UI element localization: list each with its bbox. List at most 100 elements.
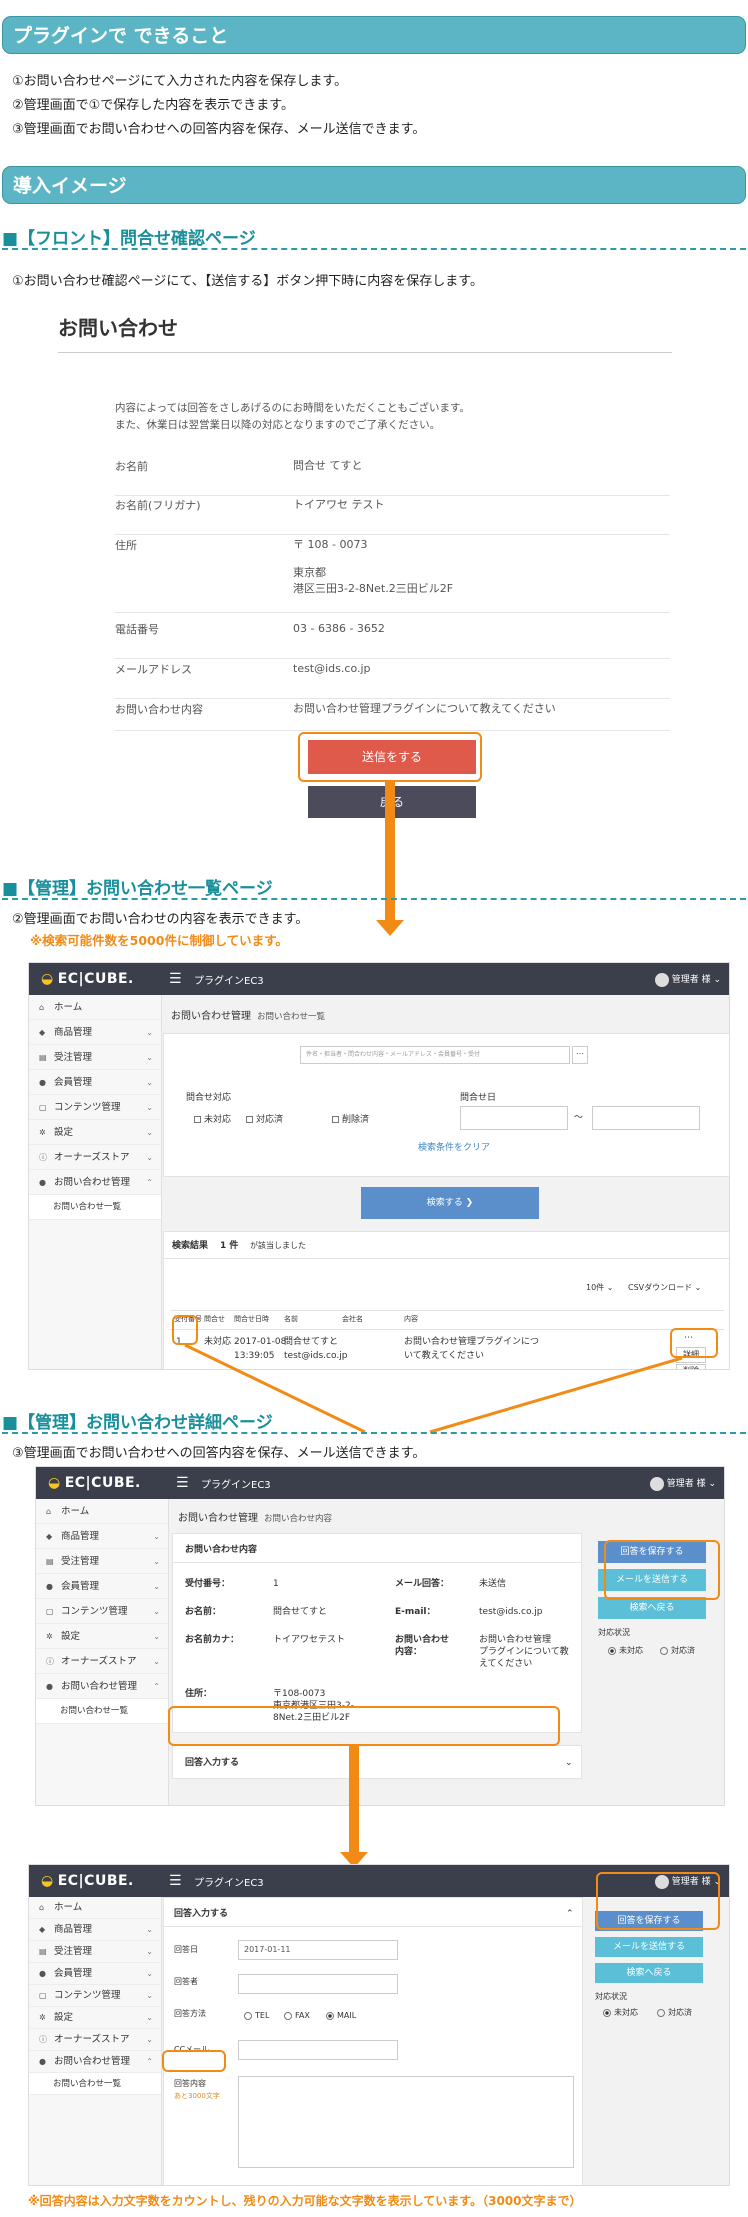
sidebar-item-settings[interactable]: ✲ 設定 ⌄ — [36, 1624, 168, 1649]
admin-detail-heading: ■【管理】お問い合わせ詳細ページ — [2, 1408, 746, 1434]
admin-detail-screenshot: ◒ EC|CUBE. ☰ プラグインEC3 管理者 様 ⌄ ⌂ ホーム ◆ 商品管理 ⌄… — [35, 1466, 725, 1806]
user-icon: ● — [46, 1682, 53, 1691]
eccube-logo: ◒ EC|CUBE. — [48, 1475, 141, 1491]
sidebar-item-orders[interactable]: ▤ 受注管理 ⌄ — [36, 1549, 168, 1574]
radio-icon — [603, 2008, 611, 2017]
info-icon: ⓘ — [39, 2035, 47, 2044]
sidebar-item-inquiry[interactable]: ● お問い合わせ管理 ⌃ — [36, 1674, 168, 1699]
answer-date-input[interactable]: 2017-01-11 — [238, 1940, 398, 1960]
info-icon: ⓘ — [46, 1657, 54, 1666]
cc-email-input[interactable] — [238, 2040, 398, 2060]
sidebar-item-members[interactable]: ● 会員管理 ⌄ — [36, 1574, 168, 1599]
sidebar-item-inquiry-list[interactable]: お問い合わせ一覧 — [36, 1699, 168, 1724]
back-to-search-button[interactable]: 検索へ戻る — [598, 1597, 706, 1619]
hamburger-icon[interactable]: ☰ — [176, 1475, 189, 1491]
shop-name: プラグインEC3 — [194, 1878, 264, 1889]
label-answerer: 回答者 — [174, 1977, 198, 1986]
home-icon: ⌂ — [46, 1507, 52, 1516]
value-id: 1 — [273, 1579, 279, 1589]
label-content-2: 内容： — [395, 1647, 423, 1657]
radio-icon — [244, 2011, 252, 2020]
sidebar-item-orders[interactable]: ▤ 受注管理 ⌄ — [29, 1941, 161, 1963]
label-address: 住所： — [185, 1689, 213, 1699]
eccube-logo: ◒ EC|CUBE. — [41, 1873, 134, 1889]
sidebar-item-settings[interactable]: ✲ 設定 ⌄ — [29, 2007, 161, 2029]
status-handled[interactable]: 対応済 — [657, 2007, 692, 2018]
sidebar-item-contents[interactable]: ▢ コンテンツ管理 ⌄ — [29, 1985, 161, 2007]
avatar — [649, 1476, 664, 1491]
panel-title: 回答入力する — [174, 1909, 229, 1919]
home-icon: ⌂ — [39, 1903, 45, 1912]
chevron-down-icon[interactable]: ⌄ — [565, 1757, 573, 1770]
radio-icon — [608, 1646, 616, 1655]
status-unhandled[interactable]: 未対応 — [603, 2007, 638, 2018]
answer-content-textarea[interactable] — [238, 2076, 574, 2168]
chevron-up-icon[interactable]: ⌃ — [566, 1908, 574, 1921]
radio-icon — [657, 2008, 665, 2017]
sidebar-item-home[interactable]: ⌂ ホーム — [36, 1499, 168, 1524]
sidebar-item-store[interactable]: ⓘ オーナーズストア ⌄ — [36, 1649, 168, 1674]
sidebar-item-home[interactable]: ⌂ ホーム — [29, 1897, 161, 1919]
back-to-search-button[interactable]: 検索へ戻る — [595, 1963, 703, 1983]
sidebar-item-contents[interactable]: ▢ コンテンツ管理 ⌄ — [36, 1599, 168, 1624]
users-icon: ● — [39, 1969, 46, 1978]
answer-note: ※回答内容は入力文字数をカウントし、残りの入力可能な文字数を表示しています。（3… — [28, 2194, 582, 2208]
value-address-1: 〒108-0073 — [273, 1689, 326, 1699]
status-label: 対応状況 — [598, 1628, 630, 1637]
answer-toggle-panel[interactable]: 回答入力する ⌄ — [172, 1745, 582, 1779]
sidebar-item-inquiry[interactable]: ● お問い合わせ管理 ⌃ — [29, 2051, 161, 2073]
hamburger-icon[interactable]: ☰ — [169, 1873, 182, 1889]
status-unhandled[interactable]: 未対応 — [608, 1645, 643, 1656]
user-icon: ● — [39, 2057, 46, 2066]
char-counter: あと3000文字 — [174, 2092, 220, 2100]
answer-panel: 回答入力する ⌃ 回答日 2017-01-11 回答者 回答方法 TEL FAX… — [163, 1897, 583, 2185]
inquiry-panel: お問い合わせ内容 受付番号： 1 メール回答： 未送信 お名前： 問合せてすと … — [172, 1533, 582, 1733]
value-email: test@ids.co.jp — [479, 1607, 543, 1617]
label-content-1: お問い合わせ — [395, 1635, 450, 1645]
method-tel[interactable]: TEL — [244, 2010, 269, 2021]
value-name: 問合せてすと — [273, 1607, 328, 1617]
tag-icon: ◆ — [46, 1532, 53, 1541]
label-answer-date: 回答日 — [174, 1945, 198, 1954]
highlight-answer-toggle — [168, 1706, 560, 1746]
main-content: 回答入力する ⌃ 回答日 2017-01-11 回答者 回答方法 TEL FAX… — [163, 1897, 729, 2185]
cart-icon: ▤ — [46, 1557, 54, 1566]
sidebar-item-members[interactable]: ● 会員管理 ⌄ — [29, 1963, 161, 1985]
gear-icon: ✲ — [46, 1632, 53, 1641]
label-name: お名前： — [185, 1607, 222, 1617]
tag-icon: ◆ — [39, 1925, 46, 1934]
highlight-action-buttons — [596, 1872, 720, 1930]
cart-icon: ▤ — [39, 1947, 47, 1956]
file-icon: ▢ — [46, 1607, 54, 1616]
label-mail: メール回答： — [395, 1579, 450, 1589]
method-mail[interactable]: MAIL — [326, 2010, 356, 2021]
method-fax[interactable]: FAX — [284, 2010, 310, 2021]
answer-toggle-label[interactable]: 回答入力する — [185, 1757, 239, 1770]
sidebar-item-products[interactable]: ◆ 商品管理 ⌄ — [29, 1919, 161, 1941]
highlight-char-counter — [162, 2050, 226, 2072]
status-handled[interactable]: 対応済 — [660, 1645, 695, 1656]
shop-name: プラグインEC3 — [201, 1480, 271, 1491]
sidebar-item-store[interactable]: ⓘ オーナーズストア ⌄ — [29, 2029, 161, 2051]
radio-icon — [326, 2011, 334, 2020]
label-id: 受付番号： — [185, 1579, 231, 1589]
user-menu[interactable]: 管理者 様 ⌄ — [649, 1476, 716, 1491]
gear-icon: ✲ — [39, 2013, 46, 2022]
sidebar: ⌂ ホーム ◆ 商品管理 ⌄ ▤ 受注管理 ⌄ ● 会員管理 ⌄ ▢ コンテンツ管理 ⌄ ✲ 設定 ⌄… — [29, 1897, 162, 2185]
panel-title: お問い合わせ内容 — [185, 1545, 258, 1555]
send-mail-button[interactable]: メールを送信する — [595, 1937, 703, 1957]
label-content: 回答内容 — [174, 2079, 206, 2088]
sidebar-item-products[interactable]: ◆ 商品管理 ⌄ — [36, 1524, 168, 1549]
answerer-input[interactable] — [238, 1974, 398, 1994]
value-content-3: えてください — [479, 1659, 533, 1669]
value-mail: 未送信 — [479, 1579, 507, 1589]
label-method: 回答方法 — [174, 2009, 206, 2018]
sidebar-item-inquiry-list[interactable]: お問い合わせ一覧 — [29, 2073, 161, 2095]
divider — [173, 1562, 581, 1563]
breadcrumb: お問い合わせ管理 お問い合わせ内容 — [178, 1513, 333, 1524]
label-email: E-mail： — [395, 1607, 436, 1617]
arrow-shaft — [349, 1746, 359, 1856]
label-kana: お名前カナ： — [185, 1635, 240, 1645]
highlight-action-buttons — [604, 1540, 720, 1600]
admin-header: ◒ EC|CUBE. ☰ プラグインEC3 管理者 様 ⌄ — [36, 1467, 724, 1499]
